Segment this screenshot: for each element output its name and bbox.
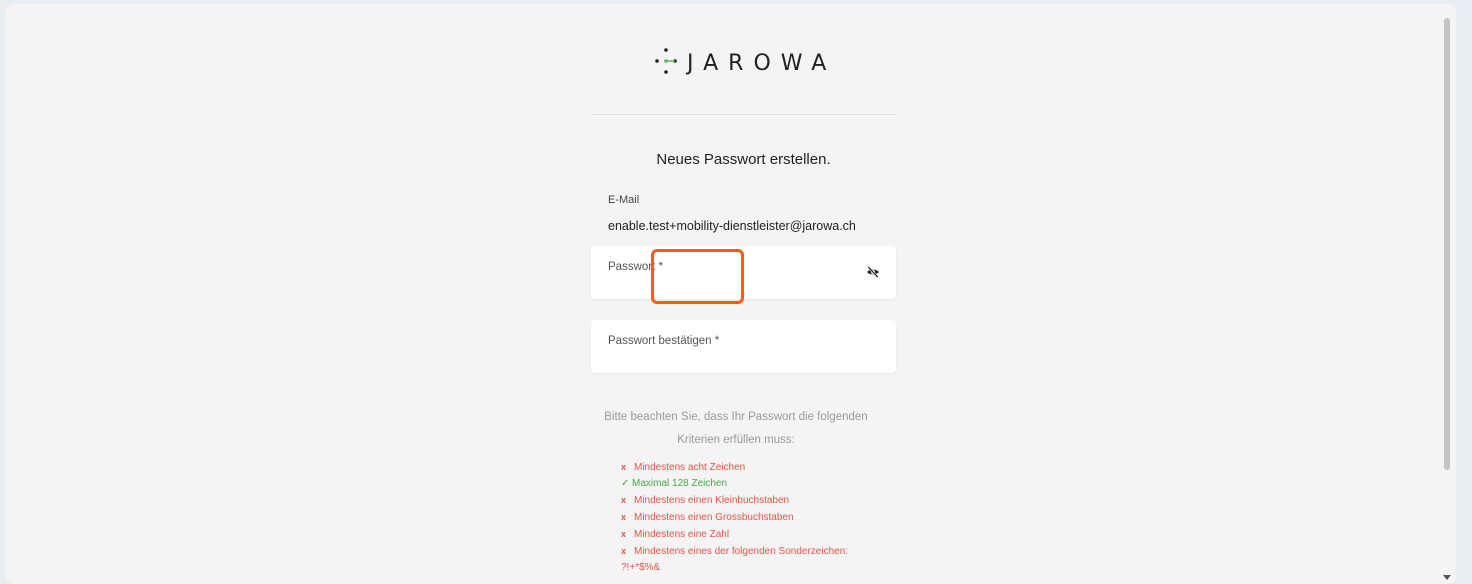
cross-icon: x — [621, 462, 627, 472]
page-background: JAROWA Neues Passwort erstellen. E-Mail … — [6, 4, 1456, 584]
password-field[interactable]: Passwort * — [591, 246, 896, 299]
criterion-uppercase: x Mindestens einen Grossbuchstaben — [621, 509, 848, 526]
brand-name: JAROWA — [687, 50, 837, 76]
confirm-password-field[interactable]: Passwort bestätigen * — [591, 320, 896, 373]
scrollbar-thumb[interactable] — [1444, 18, 1450, 470]
check-icon: ✓ — [621, 478, 630, 489]
password-label: Passwort * — [608, 261, 663, 273]
confirm-password-input[interactable] — [608, 348, 852, 368]
cross-icon: x — [621, 546, 627, 556]
criterion-special-char: x Mindestens eines der folgenden Sonderze… — [621, 543, 848, 560]
email-label: E-Mail — [608, 194, 640, 206]
criteria-intro: Bitte beachten Sie, dass Ihr Passwort di… — [604, 411, 868, 446]
email-value: enable.test+mobility-dienstleister@jarow… — [608, 219, 856, 233]
criterion-min-length: x Mindestens acht Zeichen — [621, 459, 848, 476]
eye-slash-icon[interactable] — [866, 265, 880, 279]
header-divider — [591, 114, 896, 115]
criteria-list: x Mindestens acht Zeichen ✓ Maximal 128 Ze… — [621, 459, 848, 576]
jarowa-logo-icon — [655, 48, 677, 74]
cross-icon: x — [621, 495, 627, 505]
cross-icon: x — [621, 512, 627, 522]
jarowa-logo: JAROWA — [651, 44, 836, 78]
criterion-number: x Mindestens eine Zahl — [621, 526, 848, 543]
page-title: Neues Passwort erstellen. — [656, 151, 831, 168]
confirm-password-label: Passwort bestätigen * — [608, 335, 720, 347]
criterion-max-length: ✓ Maximal 128 Zeichen — [621, 476, 848, 492]
password-input[interactable] — [608, 274, 852, 294]
scrollbar[interactable] — [1442, 14, 1452, 580]
criterion-lowercase: x Mindestens einen Kleinbuchstaben — [621, 492, 848, 509]
criterion-special-char-list: ?!+*$%& — [621, 562, 661, 573]
cross-icon: x — [621, 529, 627, 539]
